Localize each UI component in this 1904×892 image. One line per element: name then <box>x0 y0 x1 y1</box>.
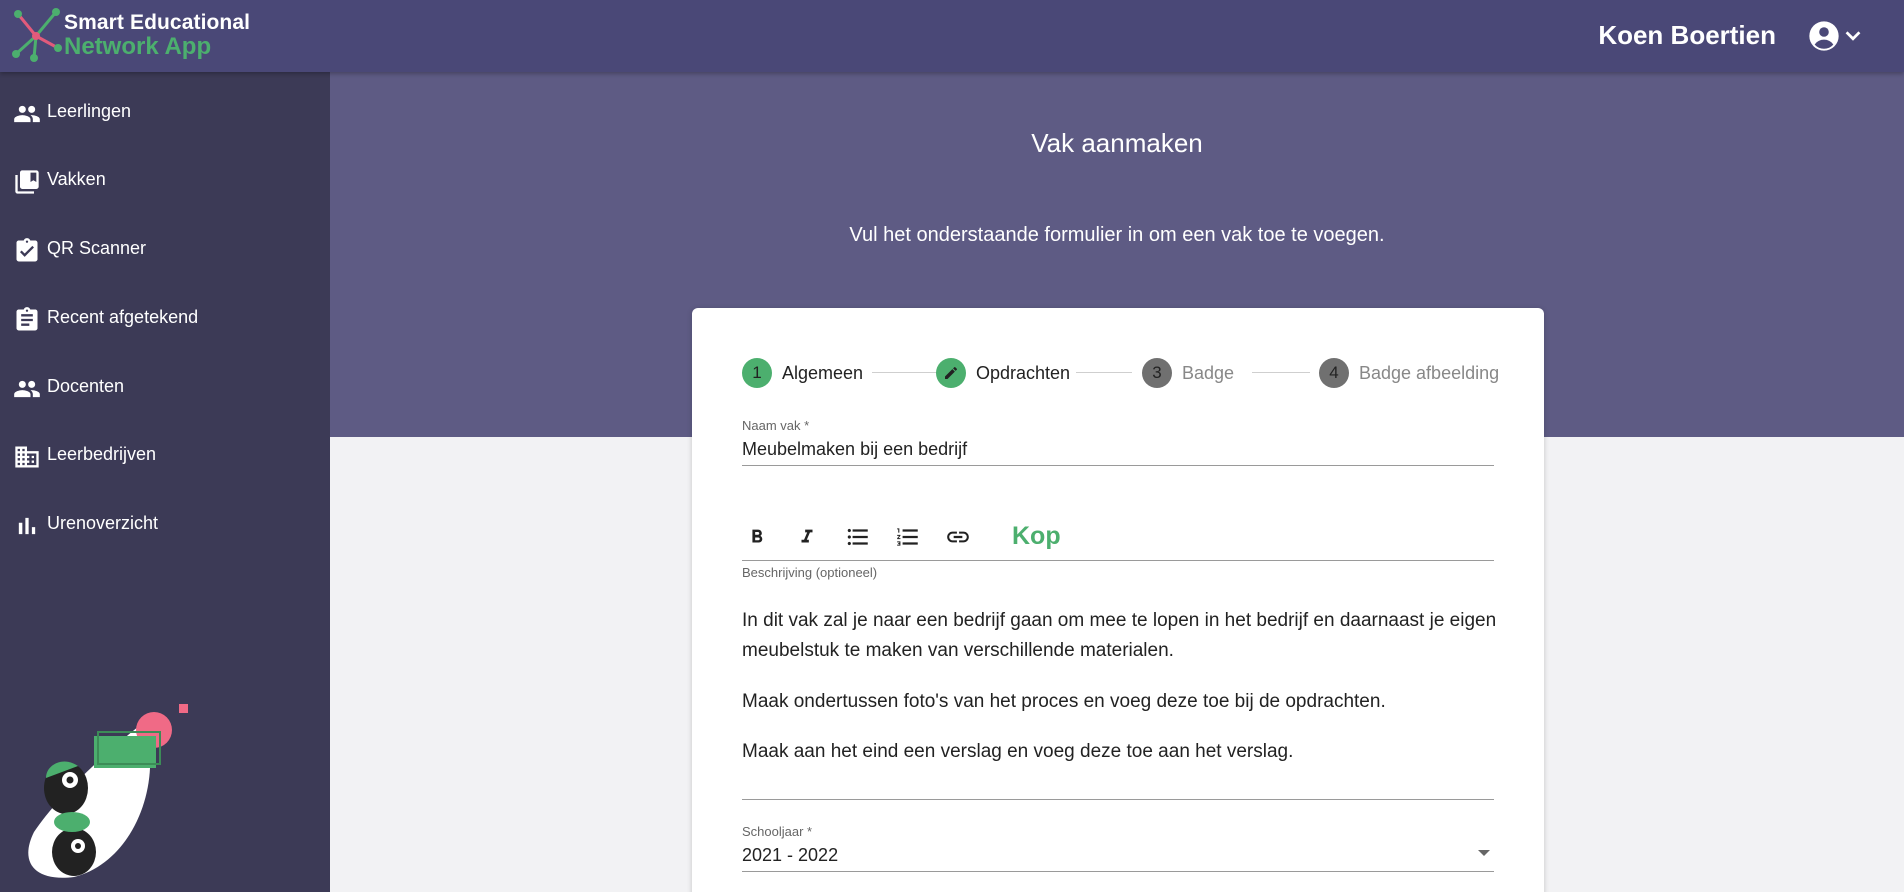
app-logo[interactable]: Smart Educational Network App <box>10 8 270 64</box>
pencil-icon <box>945 366 958 379</box>
numbered-list-icon <box>897 528 918 546</box>
italic-icon <box>801 529 813 543</box>
italic-button[interactable] <box>792 522 822 552</box>
bullet-list-icon <box>847 528 868 546</box>
people-icon <box>14 105 40 123</box>
page-subtitle: Vul het onderstaande formulier in om een… <box>849 224 1385 246</box>
step-badge[interactable]: 3 Badge <box>1142 358 1234 388</box>
sidebar-item-leerbedrijven[interactable]: Leerbedrijven <box>0 431 330 479</box>
bullet-list-button[interactable] <box>843 522 873 552</box>
description-paragraph[interactable]: Maak aan het eind een verslag en voeg de… <box>742 737 1502 767</box>
library-books-icon <box>15 170 39 194</box>
sidebar-item-label: Docenten <box>47 376 125 396</box>
chevron-down-icon <box>1845 31 1861 41</box>
step-connector <box>1252 372 1310 373</box>
sidebar-item-docenten[interactable]: Docenten <box>0 363 330 411</box>
sidebar-item-label: Recent afgetekend <box>47 307 199 327</box>
sidebar: Leerlingen Vakken QR Scanner Recent afge… <box>0 72 330 892</box>
numbered-list-button[interactable] <box>893 522 923 552</box>
description-label: Beschrijving (optioneel) <box>742 565 878 580</box>
step-number: 3 <box>1142 358 1172 388</box>
mascot-illustration <box>28 704 188 878</box>
page-title: Vak aanmaken <box>1031 128 1203 158</box>
building-icon <box>15 446 39 468</box>
step-label: Opdrachten <box>976 362 1071 383</box>
toolbar-underline <box>742 560 1494 561</box>
step-indicator <box>936 358 966 388</box>
sidebar-item-label: Leerlingen <box>47 101 132 121</box>
clipboard-check-icon <box>16 238 38 262</box>
sidebar-item-urenoverzicht[interactable]: Urenoverzicht <box>0 500 330 548</box>
link-icon <box>947 531 969 543</box>
step-algemeen[interactable]: 1 Algemeen <box>742 358 863 388</box>
form-card: 1 Algemeen Opdrachten 3 Badge 4 Badge af… <box>692 308 1544 892</box>
school-year-label: Schooljaar * <box>742 824 813 839</box>
school-year-underline <box>742 871 1494 872</box>
step-number: 1 <box>742 358 772 388</box>
bold-button[interactable] <box>742 522 772 552</box>
name-input[interactable]: Meubelmaken bij een bedrijf <box>742 439 967 460</box>
sidebar-item-label: Urenoverzicht <box>47 513 159 533</box>
sidebar-item-label: Leerbedrijven <box>47 444 157 464</box>
step-label: Algemeen <box>782 362 864 383</box>
app-name-line1: Smart Educational <box>64 11 251 34</box>
sidebar-item-vakken[interactable]: Vakken <box>0 156 330 204</box>
account-menu-button[interactable] <box>1808 20 1866 54</box>
step-badge-afbeelding[interactable]: 4 Badge afbeelding <box>1319 358 1499 388</box>
step-connector <box>1076 372 1132 373</box>
sidebar-item-leerlingen[interactable]: Leerlingen <box>0 88 330 136</box>
name-input-underline <box>742 465 1494 466</box>
top-bar: Smart Educational Network App Koen Boert… <box>0 0 1904 72</box>
step-connector <box>872 372 942 373</box>
account-circle-icon <box>1809 21 1839 51</box>
description-paragraph[interactable]: Maak ondertussen foto's van het proces e… <box>742 687 1502 717</box>
sidebar-item-label: QR Scanner <box>47 238 147 258</box>
step-number: 4 <box>1319 358 1349 388</box>
dropdown-arrow-icon[interactable] <box>1478 850 1490 856</box>
link-button[interactable] <box>943 522 973 552</box>
people-icon <box>14 380 40 398</box>
sidebar-item-qr-scanner[interactable]: QR Scanner <box>0 225 330 273</box>
bold-icon <box>752 529 763 543</box>
school-year-select[interactable]: 2021 - 2022 <box>742 845 838 866</box>
bar-chart-icon <box>18 517 36 535</box>
name-field-label: Naam vak * <box>742 418 810 433</box>
sidebar-item-recent-afgetekend[interactable]: Recent afgetekend <box>0 294 330 342</box>
step-label: Badge afbeelding <box>1359 362 1500 383</box>
heading-button[interactable]: Kop <box>1012 522 1061 551</box>
description-underline <box>742 799 1494 800</box>
step-label: Badge <box>1182 362 1235 383</box>
user-name: Koen Boertien <box>1598 20 1776 50</box>
clipboard-list-icon <box>16 307 38 331</box>
step-opdrachten[interactable]: Opdrachten <box>936 358 1070 388</box>
network-logo-icon <box>12 8 62 62</box>
sidebar-item-label: Vakken <box>47 169 106 189</box>
description-paragraph[interactable]: In dit vak zal je naar een bedrijf gaan … <box>742 606 1502 666</box>
editor-toolbar: Kop <box>742 516 1494 556</box>
app-name-line2: Network App <box>64 33 212 60</box>
